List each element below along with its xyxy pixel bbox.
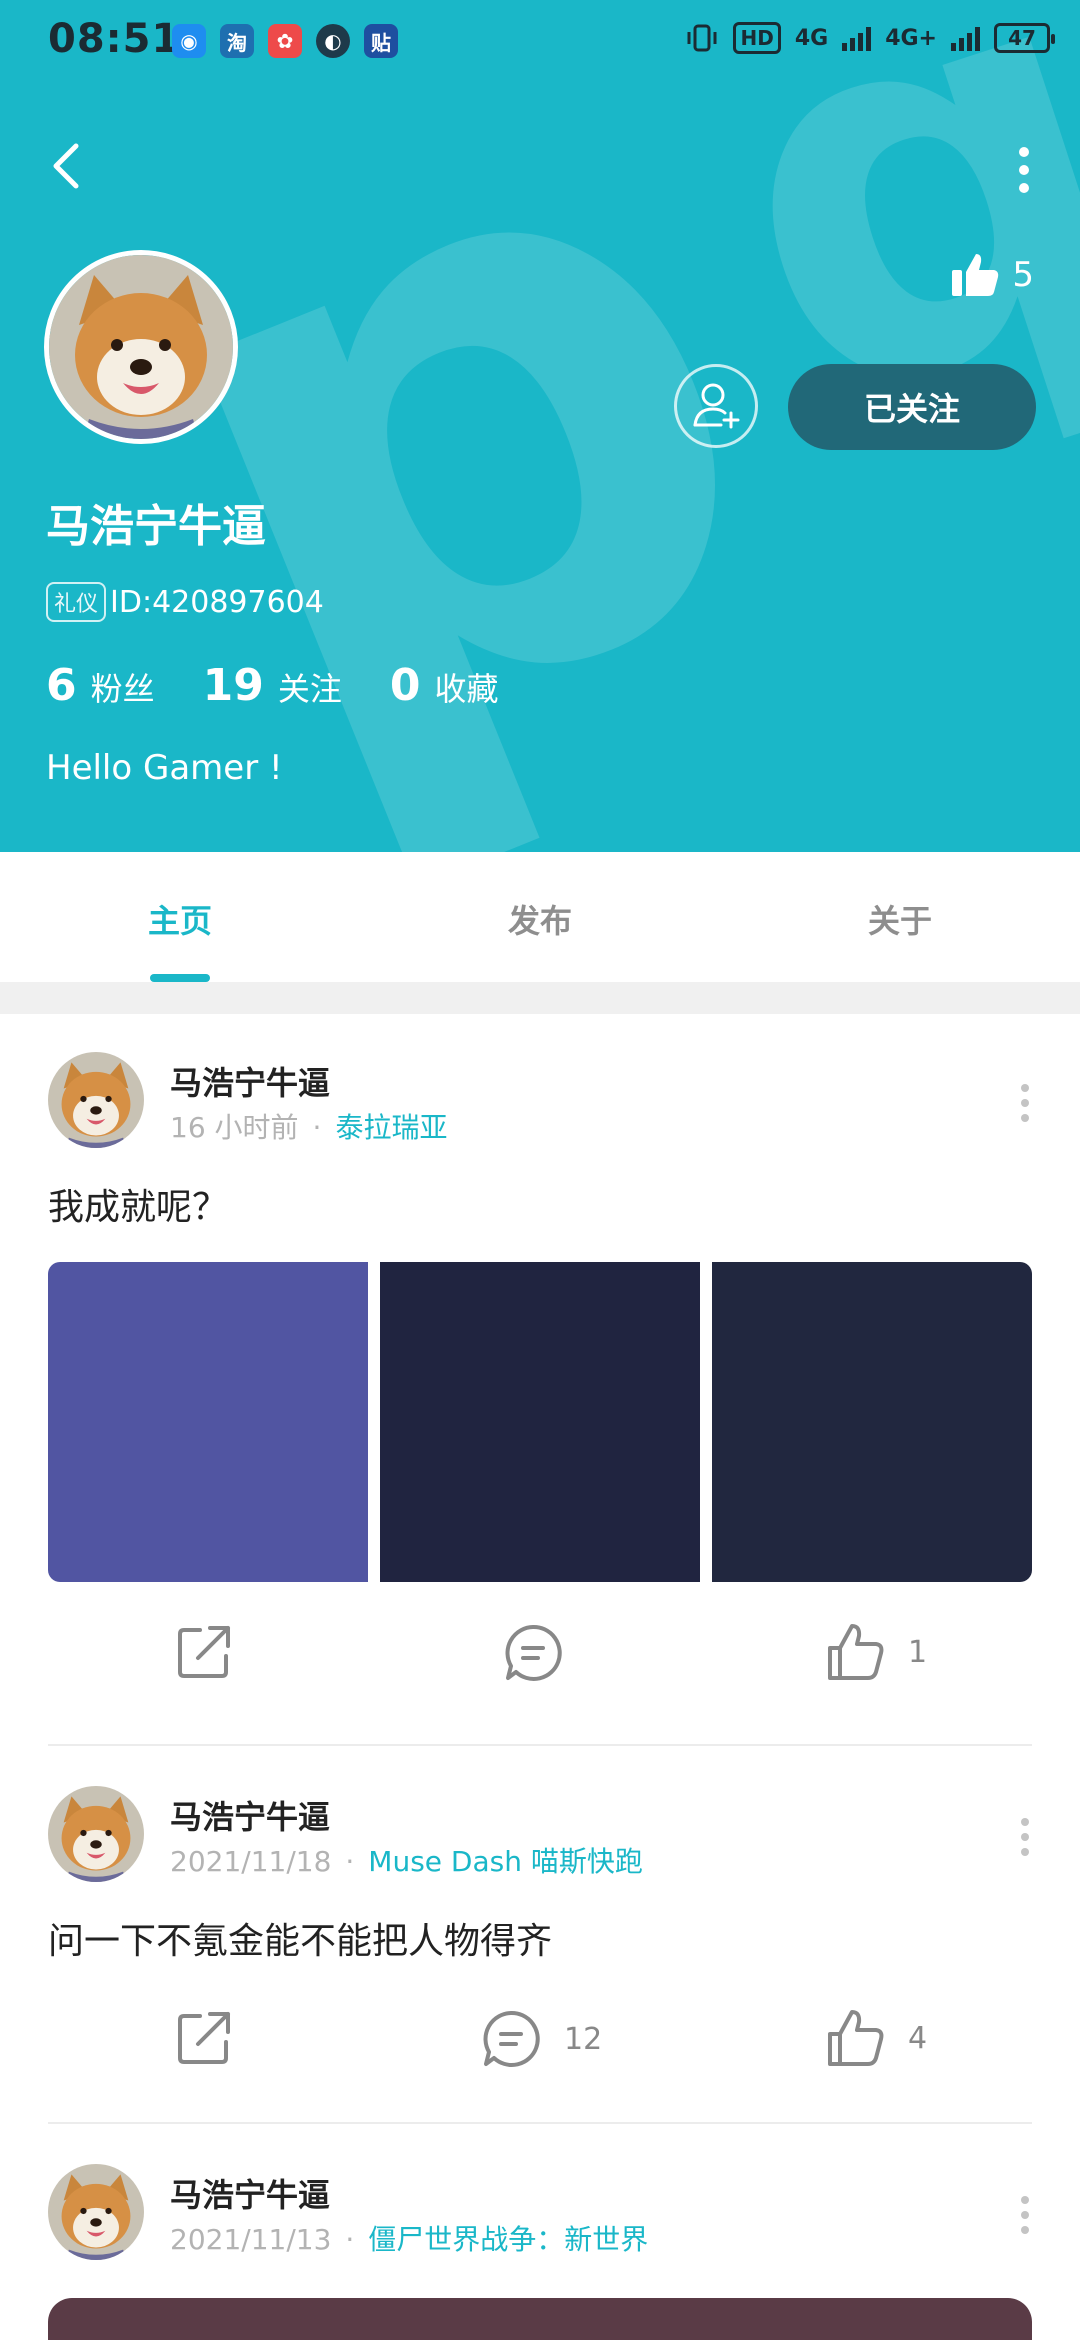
add-user-icon xyxy=(693,383,740,429)
post-image[interactable] xyxy=(48,1262,368,1582)
profile-bio: Hello Gamer ! xyxy=(46,748,283,788)
like-button[interactable]: 1 xyxy=(826,1622,927,1682)
stat-label: 关注 xyxy=(277,670,342,708)
share-button[interactable] xyxy=(174,1622,234,1682)
back-arrow-icon[interactable] xyxy=(40,136,100,196)
post-image-preview[interactable] xyxy=(48,2298,1032,2340)
stat-following[interactable]: 19 关注 xyxy=(203,660,342,711)
share-icon xyxy=(178,1626,230,1678)
profile-tabs: 主页 发布 关于 xyxy=(0,852,1080,980)
taobao-icon: 淘 xyxy=(220,24,254,58)
post-image[interactable] xyxy=(712,1262,1032,1582)
qq-icon: ◉ xyxy=(172,24,206,58)
add-friend-button[interactable] xyxy=(674,364,758,448)
post-author[interactable]: 马浩宁牛逼 xyxy=(170,2170,330,2216)
like-count: 1 xyxy=(908,1634,928,1670)
profile-id-row: 礼仪 ID:420897604 xyxy=(46,582,324,622)
post-text: 问一下不氪金能不能把人物得齐 xyxy=(48,1921,553,1962)
post-time: 16 小时前 xyxy=(170,1111,299,1144)
vibrate-icon xyxy=(687,24,717,52)
battery-icon: 47 xyxy=(994,23,1055,53)
post-time: 2021/11/13 xyxy=(170,2223,332,2256)
meta-dot: · xyxy=(345,1845,355,1878)
post-actions: 1 xyxy=(0,1622,1080,1702)
etiquette-badge[interactable]: 礼仪 xyxy=(46,582,107,622)
stat-number: 0 xyxy=(389,660,421,711)
avatar[interactable] xyxy=(48,1786,144,1882)
post-meta: 2021/11/13 · 僵尸世界战争：新世界 xyxy=(170,2218,648,2258)
shiba-avatar-image xyxy=(48,1786,144,1882)
tab-home[interactable]: 主页 xyxy=(120,896,240,942)
post-game-link[interactable]: 泰拉瑞亚 xyxy=(335,1111,447,1144)
system-icons: HD 4G 4G+ 47 xyxy=(685,22,1055,54)
post-meta: 16 小时前 · 泰拉瑞亚 xyxy=(170,1106,447,1146)
post-author[interactable]: 马浩宁牛逼 xyxy=(170,1058,330,1104)
share-button[interactable] xyxy=(174,2008,234,2068)
post-game-link[interactable]: 僵尸世界战争：新世界 xyxy=(368,2223,648,2256)
post-time: 2021/11/18 xyxy=(170,1845,332,1878)
post-images xyxy=(48,1262,1032,1582)
network-label-2: 4G+ xyxy=(885,25,937,51)
meta-dot: · xyxy=(312,1111,322,1144)
section-divider xyxy=(0,982,1080,1014)
post-author[interactable]: 马浩宁牛逼 xyxy=(170,1792,330,1838)
avatar[interactable] xyxy=(48,1052,144,1148)
post-divider xyxy=(48,1744,1032,1746)
post-image[interactable] xyxy=(380,1262,700,1582)
profile-header: p q 08:51 ◉ 淘 ✿ ◐ 贴 HD 4G 4G+ 47 5 已关注 马… xyxy=(0,0,1080,852)
network-label: 4G xyxy=(794,25,829,51)
stat-label: 粉丝 xyxy=(90,670,155,708)
shiba-avatar-image xyxy=(48,1052,144,1148)
follow-button[interactable]: 已关注 xyxy=(788,364,1036,450)
notification-icons: ◉ 淘 ✿ ◐ 贴 xyxy=(172,24,398,58)
share-icon xyxy=(178,2012,230,2064)
stat-number: 19 xyxy=(202,660,264,711)
stat-label: 收藏 xyxy=(434,670,499,708)
profile-name: 马浩宁牛逼 xyxy=(46,501,266,552)
shiba-avatar-image xyxy=(48,2164,144,2260)
xiaohongshu-icon: ✿ xyxy=(268,24,302,58)
stat-favorites[interactable]: 0 收藏 xyxy=(390,660,499,711)
thumbs-up-icon xyxy=(828,2010,884,2066)
comment-icon xyxy=(505,1624,562,1681)
thumbs-up-icon xyxy=(828,1624,884,1680)
signal-icon xyxy=(842,25,872,51)
active-tab-indicator xyxy=(150,974,210,982)
comment-button[interactable] xyxy=(502,1622,564,1684)
more-vertical-icon[interactable] xyxy=(1004,140,1044,200)
profile-screen: p q 08:51 ◉ 淘 ✿ ◐ 贴 HD 4G 4G+ 47 5 已关注 马… xyxy=(0,0,1080,2340)
tab-posts[interactable]: 发布 xyxy=(480,896,600,942)
comment-button[interactable]: 12 xyxy=(480,2008,602,2070)
meta-dot: · xyxy=(345,2223,355,2256)
comment-icon xyxy=(483,2010,540,2067)
tab-about[interactable]: 关于 xyxy=(840,896,960,942)
post-game-link[interactable]: Muse Dash 喵斯快跑 xyxy=(368,1845,643,1878)
shiba-avatar-image xyxy=(49,255,233,439)
like-count: 4 xyxy=(908,2020,928,2056)
stat-number: 6 xyxy=(46,660,77,711)
profile-id: ID:420897604 xyxy=(110,584,324,620)
like-button[interactable]: 4 xyxy=(826,2008,927,2068)
tieba-icon: 贴 xyxy=(364,24,398,58)
post-more-icon[interactable] xyxy=(1010,2190,1040,2240)
profile-likes: 5 xyxy=(950,250,1034,300)
comment-count: 12 xyxy=(564,2021,603,2057)
browser-icon: ◐ xyxy=(316,24,350,58)
stat-followers[interactable]: 6 粉丝 xyxy=(46,660,155,711)
post-divider xyxy=(48,2122,1032,2124)
signal-icon-2 xyxy=(951,25,980,51)
hd-badge: HD xyxy=(733,22,781,54)
status-time: 08:51 xyxy=(48,16,181,62)
post-meta: 2021/11/18 · Muse Dash 喵斯快跑 xyxy=(170,1840,643,1880)
post-text: 我成就呢？ xyxy=(48,1187,229,1228)
post-actions: 12 4 xyxy=(0,2008,1080,2088)
profile-stats: 6 粉丝 19 关注 0 收藏 xyxy=(46,660,547,711)
status-bar: 08:51 ◉ 淘 ✿ ◐ 贴 HD 4G 4G+ 47 xyxy=(0,0,1080,82)
profile-avatar[interactable] xyxy=(44,250,238,444)
thumbs-up-filled-icon xyxy=(952,254,999,296)
post-more-icon[interactable] xyxy=(1010,1812,1040,1862)
post-more-icon[interactable] xyxy=(1010,1078,1040,1128)
profile-likes-count: 5 xyxy=(1012,255,1034,295)
avatar[interactable] xyxy=(48,2164,144,2260)
